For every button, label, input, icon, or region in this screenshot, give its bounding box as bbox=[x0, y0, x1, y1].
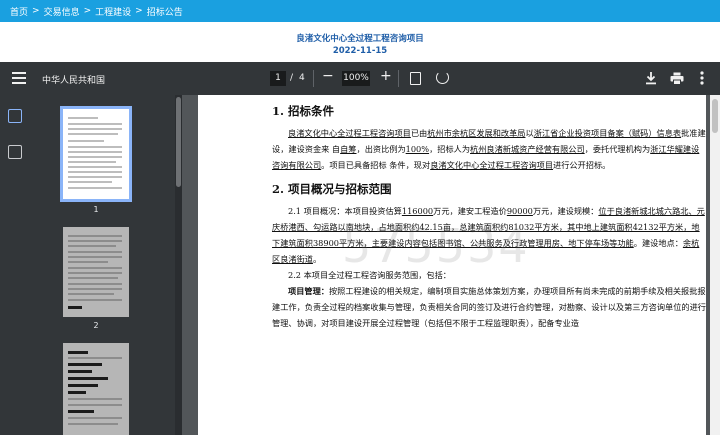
section-heading: 2. 项目概况与招标范围 bbox=[272, 182, 392, 196]
page-total: 4 bbox=[299, 73, 305, 83]
publish-date: 2022-11-15 bbox=[332, 46, 388, 56]
section-2-1-paragraph: 2.1 项目概况：本项目投资估算116000万元，建安工程造价90000万元，建… bbox=[272, 206, 705, 264]
thumbnails-view-icon[interactable] bbox=[8, 109, 22, 123]
pdf-toolbar: 中华人民共和国 1 / 4 − 100% + bbox=[0, 62, 720, 95]
zoom-input[interactable]: 100% bbox=[342, 71, 370, 86]
section-2-2-paragraph: 2.2 本项目全过程工程咨询服务范围，包括： bbox=[288, 270, 451, 280]
thumbnail-label: 2 bbox=[93, 321, 99, 330]
breadcrumb: 首页 > 交易信息 > 工程建设 > 招标公告 bbox=[0, 0, 720, 22]
breadcrumb-trade-info[interactable]: 交易信息 bbox=[44, 5, 80, 18]
pdf-document-title: 中华人民共和国 bbox=[42, 76, 106, 86]
rotate-icon[interactable] bbox=[436, 71, 449, 84]
section-1-paragraph: 良渚文化中心全过程工程咨询项目已由杭州市余杭区发展和改革局以浙江省企业投资项目备… bbox=[272, 128, 706, 170]
fit-to-page-icon[interactable] bbox=[410, 72, 421, 85]
pdf-page-1: 1. 招标条件 良渚文化中心全过程工程咨询项目已由杭州市余杭区发展和改革局以浙江… bbox=[198, 95, 706, 435]
toolbar-divider bbox=[313, 70, 314, 87]
breadcrumb-home[interactable]: 首页 bbox=[10, 5, 28, 18]
sidebar-rail bbox=[0, 95, 30, 435]
section-heading: 1. 招标条件 bbox=[272, 104, 335, 118]
project-management-paragraph: 项目管理：按照工程建设的相关规定，编制项目实施总体策划方案，办理项目所有尚未完成… bbox=[272, 286, 706, 328]
pdf-viewer: 1. 招标条件 良渚文化中心全过程工程咨询项目已由杭州市余杭区发展和改革局以浙江… bbox=[182, 95, 720, 435]
breadcrumb-separator: > bbox=[83, 6, 92, 16]
thumbnail-page-3[interactable] bbox=[63, 343, 129, 435]
thumbnail-scrollbar[interactable] bbox=[175, 95, 182, 435]
breadcrumb-tender-notice[interactable]: 招标公告 bbox=[147, 5, 183, 18]
zoom-out-button[interactable]: − bbox=[322, 68, 334, 84]
toolbar-divider bbox=[398, 70, 399, 87]
thumbnail-pane: 1 2 bbox=[30, 95, 182, 435]
breadcrumb-construction[interactable]: 工程建设 bbox=[95, 5, 131, 18]
outline-view-icon[interactable] bbox=[8, 145, 22, 159]
page-title: 良渚文化中心全过程工程咨询项目 bbox=[296, 34, 424, 44]
zoom-in-button[interactable]: + bbox=[380, 68, 392, 84]
more-options-icon[interactable] bbox=[700, 71, 704, 88]
print-icon[interactable] bbox=[670, 72, 684, 88]
page-number-input[interactable]: 1 bbox=[270, 71, 286, 86]
viewer-scrollbar[interactable] bbox=[710, 95, 720, 435]
thumbnail-label: 1 bbox=[93, 205, 99, 214]
breadcrumb-separator: > bbox=[135, 6, 143, 16]
menu-icon[interactable] bbox=[12, 72, 26, 84]
download-icon[interactable] bbox=[645, 71, 657, 88]
thumbnail-page-2[interactable] bbox=[63, 227, 129, 317]
breadcrumb-separator: > bbox=[32, 6, 40, 16]
notice-header: 良渚文化中心全过程工程咨询项目 2022-11-15 bbox=[0, 22, 720, 60]
thumbnail-page-1[interactable] bbox=[60, 106, 132, 202]
page-separator: / bbox=[290, 73, 294, 83]
